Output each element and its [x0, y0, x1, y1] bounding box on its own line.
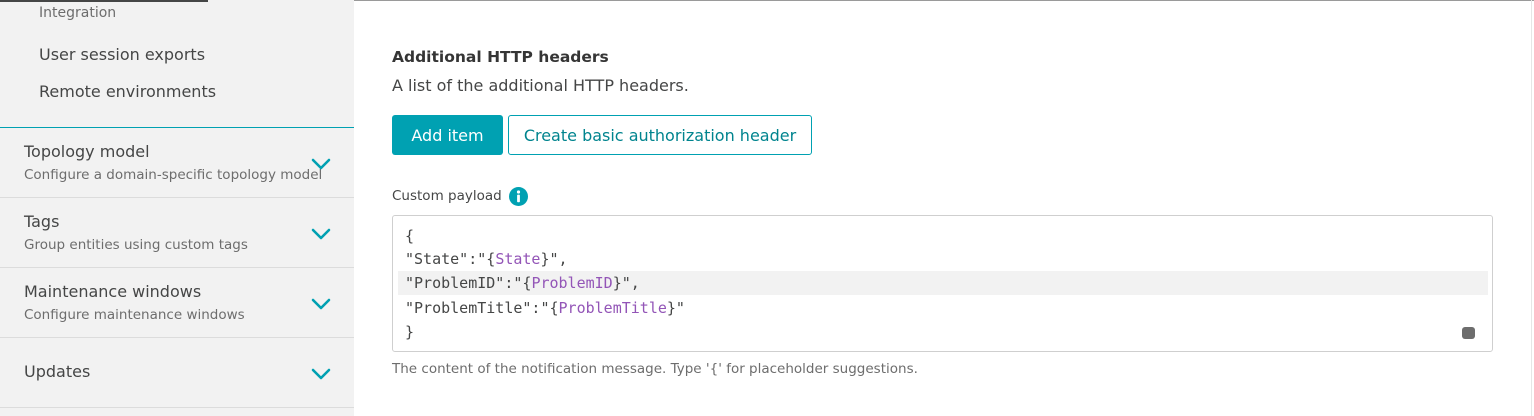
top-divider [354, 0, 1534, 1]
placeholder-token: ProblemID [531, 274, 613, 292]
section-description: Configure a domain-specific topology mod… [24, 167, 323, 183]
custom-payload-hint: The content of the notification message.… [392, 361, 918, 377]
code-line: "State":"{State}", [405, 250, 568, 268]
section-title: Maintenance windows [24, 282, 202, 301]
chevron-down-icon[interactable] [311, 298, 331, 310]
code-line: "ProblemTitle":"{ProblemTitle}" [405, 299, 685, 317]
sidebar-item-remote-environments[interactable]: Remote environments [39, 82, 216, 101]
http-headers-description: A list of the additional HTTP headers. [392, 76, 689, 95]
section-description: Configure maintenance windows [24, 307, 245, 323]
code-line-active: "ProblemID":"{ProblemID}", [398, 271, 1488, 295]
section-title: Tags [24, 212, 60, 231]
custom-payload-label: Custom payload [392, 188, 502, 204]
code-line: { [405, 227, 415, 245]
info-icon[interactable] [509, 187, 528, 206]
placeholder-token: State [495, 250, 541, 268]
sidebar-scroll-indicator [0, 0, 208, 2]
settings-main-panel: Additional HTTP headers A list of the ad… [354, 0, 1534, 416]
sidebar-item-integration[interactable]: Integration [39, 5, 116, 21]
chevron-down-icon[interactable] [311, 228, 331, 240]
chevron-down-icon[interactable] [311, 158, 331, 170]
section-title: Updates [24, 362, 91, 381]
custom-payload-editor[interactable]: { "State":"{State}", "ProblemID":"{Probl… [392, 215, 1493, 352]
section-title: Topology model [24, 142, 150, 161]
sidebar-section-tags[interactable]: Tags Group entities using custom tags [0, 198, 354, 268]
editor-resize-handle[interactable] [1462, 327, 1475, 339]
create-basic-authorization-header-button[interactable]: Create basic authorization header [508, 115, 812, 155]
sidebar-section-topology-model[interactable]: Topology model Configure a domain-specif… [0, 128, 354, 198]
sidebar-item-user-session-exports[interactable]: User session exports [39, 45, 205, 64]
add-item-button[interactable]: Add item [392, 115, 503, 155]
placeholder-token: ProblemTitle [558, 299, 667, 317]
chevron-down-icon[interactable] [311, 368, 331, 380]
scrollbar-track[interactable] [1531, 0, 1532, 416]
section-description: Group entities using custom tags [24, 237, 248, 253]
sidebar-section-updates[interactable]: Updates [0, 338, 354, 408]
settings-sidebar: Integration User session exports Remote … [0, 0, 354, 416]
http-headers-title: Additional HTTP headers [392, 48, 609, 66]
code-line: } [405, 323, 415, 341]
sidebar-section-maintenance-windows[interactable]: Maintenance windows Configure maintenanc… [0, 268, 354, 338]
